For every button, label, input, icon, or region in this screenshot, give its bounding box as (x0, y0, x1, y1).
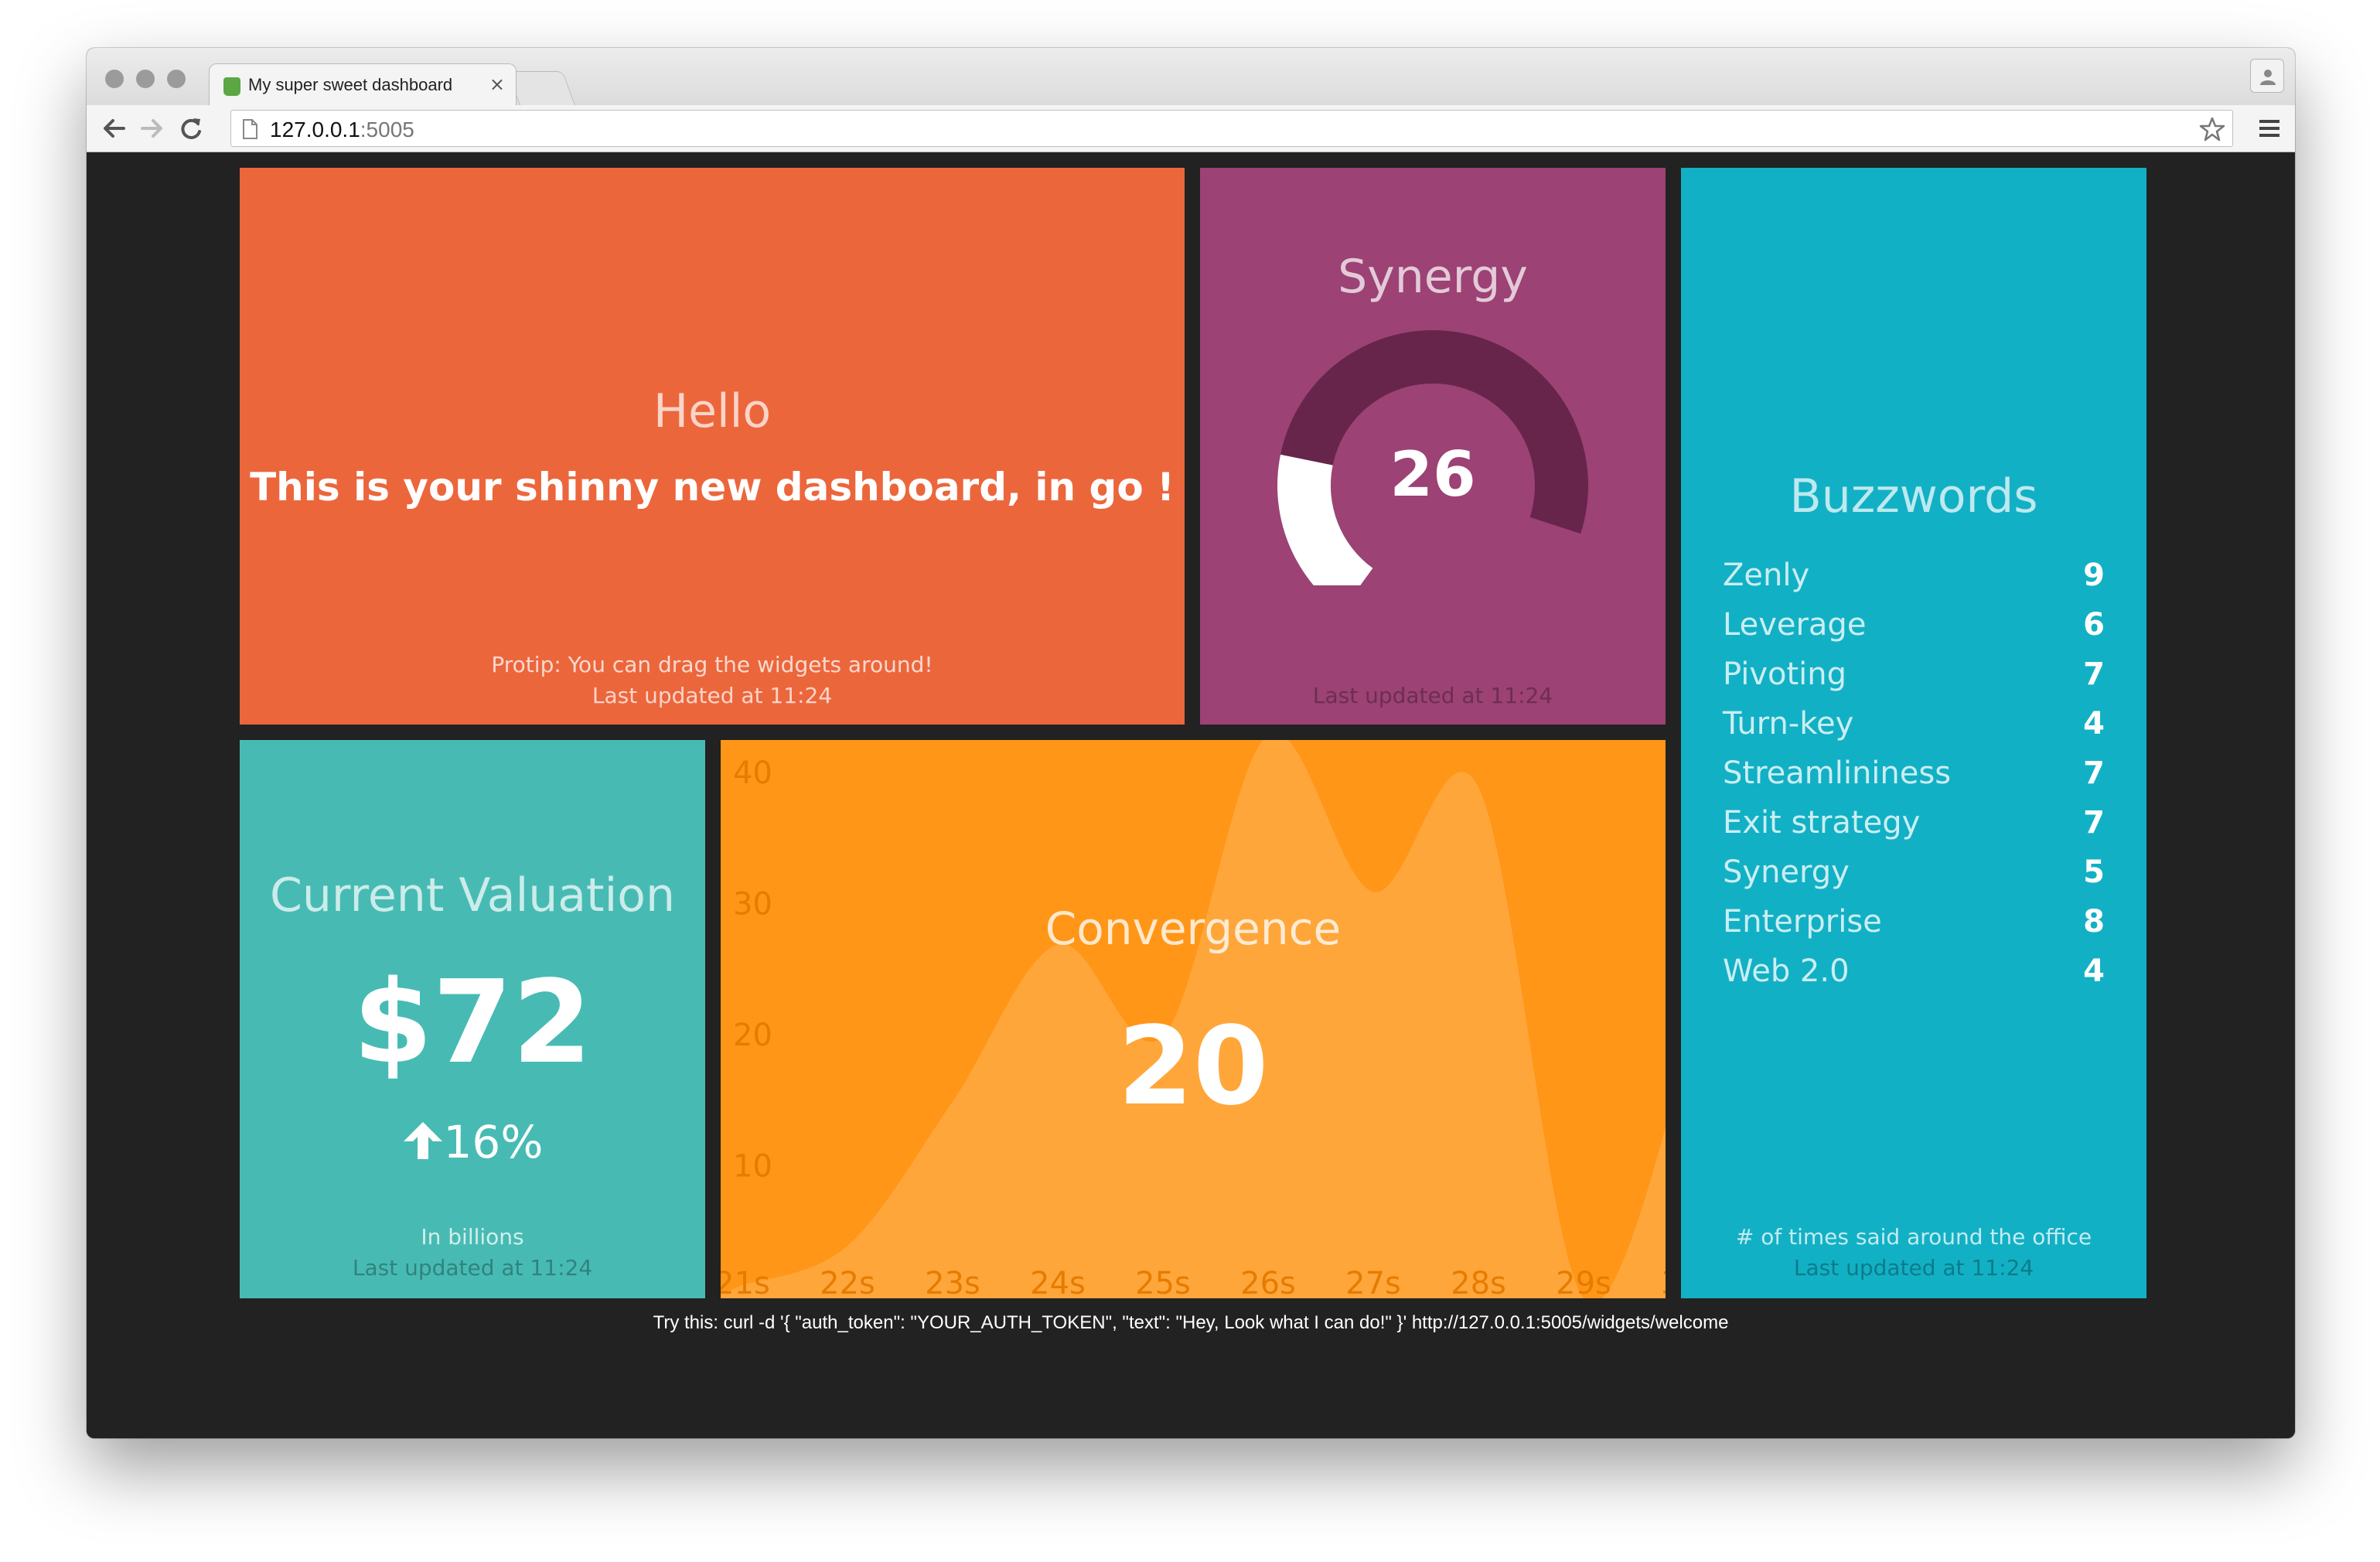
url-port: :5005 (360, 118, 414, 142)
welcome-widget[interactable]: Hello This is your shinny new dashboard,… (240, 168, 1185, 725)
address-bar[interactable]: 127.0.0.1:5005 (230, 110, 2233, 147)
widget-title: Buzzwords (1789, 469, 2038, 524)
welcome-text: This is your shinny new dashboard, in go… (250, 465, 1175, 510)
x-tick-label: 26s (1240, 1266, 1296, 1298)
profile-button[interactable] (2250, 59, 2284, 93)
more-info: Protip: You can drag the widgets around! (491, 652, 933, 677)
buzzword-count: 7 (2083, 805, 2105, 841)
arrow-left-icon (104, 119, 125, 138)
valuation-widget[interactable]: Current Valuation $72 16% In billions La… (240, 740, 705, 1298)
x-tick-label: 29s (1556, 1266, 1611, 1298)
list-item: Turn-key 4 (1723, 700, 2105, 749)
y-tick-label: 10 (733, 1148, 772, 1184)
tab-title: My super sweet dashboard (248, 75, 453, 94)
convergence-value: 20 (1117, 1004, 1269, 1130)
buzzword-label: Synergy (1723, 854, 1850, 890)
buzzword-count: 4 (2083, 706, 2105, 742)
buzzword-label: Turn-key (1723, 706, 1854, 742)
gauge-value: 26 (1389, 438, 1476, 510)
buzzword-count: 7 (2083, 657, 2105, 692)
updated-at: Last updated at 11:24 (352, 1255, 593, 1281)
arrow-up-icon (403, 1122, 442, 1159)
buzzword-label: Exit strategy (1723, 805, 1921, 841)
buzzword-count: 5 (2083, 854, 2105, 890)
list-item: Leverage 6 (1723, 601, 2105, 650)
x-tick-label: 24s (1030, 1266, 1086, 1298)
tab-bar: My super sweet dashboard × (87, 48, 2295, 108)
reload-button[interactable] (176, 114, 206, 142)
buzzwords-widget[interactable]: Buzzwords Zenly 9 Leverage 6 Pivoting 7 Turn-k… (1681, 168, 2146, 1298)
x-tick-label: 30s (1661, 1266, 1666, 1298)
url-text: 127.0.0.1:5005 (270, 118, 414, 142)
list-item: Web 2.0 4 (1723, 947, 2105, 997)
browser-tab[interactable]: My super sweet dashboard × (209, 63, 517, 108)
minimize-window-button[interactable] (136, 70, 155, 88)
back-button[interactable] (99, 114, 128, 142)
x-tick-label: 22s (820, 1266, 875, 1298)
buzzword-label: Zenly (1723, 558, 1810, 593)
buzzword-label: Web 2.0 (1723, 953, 1850, 989)
change-percent: 16% (443, 1116, 544, 1168)
list-item: Zenly 9 (1723, 551, 2105, 601)
x-tick-label: 28s (1451, 1266, 1506, 1298)
list-item: Streamlininess 7 (1723, 749, 2105, 799)
forward-button[interactable] (138, 114, 167, 142)
synergy-widget[interactable]: Synergy 26 Last updated at 11:24 (1200, 168, 1666, 725)
x-tick-label: 23s (925, 1266, 980, 1298)
list-item: Exit strategy 7 (1723, 799, 2105, 848)
valuation-value: $72 (353, 956, 592, 1089)
convergence-widget[interactable]: 1020304021s22s23s24s25s26s27s28s29s30s C… (721, 740, 1666, 1298)
person-icon (2260, 70, 2276, 85)
buzzword-label: Pivoting (1723, 657, 1847, 692)
menu-icon[interactable] (2258, 118, 2281, 139)
buzzword-count: 8 (2083, 904, 2105, 940)
buzzword-count: 9 (2083, 558, 2105, 593)
buzzword-list: Zenly 9 Leverage 6 Pivoting 7 Turn-key 4 Streaml… (1723, 551, 2105, 997)
buzzword-count: 4 (2083, 953, 2105, 989)
more-info: In billions (421, 1224, 524, 1250)
curl-hint: Try this: curl -d '{ "auth_token": "YOUR… (653, 1312, 1729, 1333)
x-tick-label: 25s (1135, 1266, 1191, 1298)
widget-title: Current Valuation (270, 868, 675, 923)
shopping-bag-icon (223, 77, 240, 96)
widget-title: Hello (653, 384, 772, 438)
updated-at: Last updated at 11:24 (1793, 1255, 2034, 1281)
x-tick-label: 21s (721, 1266, 770, 1298)
tab-close-icon[interactable]: × (489, 73, 505, 96)
browser-window: My super sweet dashboard × 127.0.0.1:500… (87, 48, 2295, 1438)
valuation-change: 16% (240, 1116, 705, 1168)
updated-at: Last updated at 11:24 (592, 683, 833, 708)
buzzword-count: 7 (2083, 755, 2105, 791)
zoom-window-button[interactable] (167, 70, 186, 88)
y-tick-label: 40 (733, 755, 772, 791)
bookmark-star-icon[interactable] (2198, 115, 2226, 143)
buzzword-label: Streamlininess (1723, 755, 1952, 791)
list-item: Synergy 5 (1723, 848, 2105, 898)
browser-toolbar: 127.0.0.1:5005 (87, 105, 2295, 152)
url-host: 127.0.0.1 (270, 118, 360, 142)
close-window-button[interactable] (105, 70, 124, 88)
x-tick-label: 27s (1345, 1266, 1401, 1298)
list-item: Pivoting 7 (1723, 650, 2105, 700)
widget-title: Convergence (1045, 902, 1342, 955)
updated-at: Last updated at 11:24 (1312, 683, 1553, 708)
dashboard-page: Hello This is your shinny new dashboard,… (87, 152, 2295, 1438)
page-icon (243, 119, 257, 139)
buzzword-count: 6 (2083, 607, 2105, 643)
arrow-right-icon (141, 119, 162, 138)
list-item: Enterprise 8 (1723, 898, 2105, 947)
buzzword-label: Enterprise (1723, 904, 1882, 940)
widget-title: Synergy (1338, 250, 1528, 304)
new-tab-button[interactable] (506, 71, 576, 105)
more-info: # of times said around the office (1735, 1224, 2092, 1250)
buzzword-label: Leverage (1723, 607, 1867, 643)
reload-icon (181, 118, 201, 139)
